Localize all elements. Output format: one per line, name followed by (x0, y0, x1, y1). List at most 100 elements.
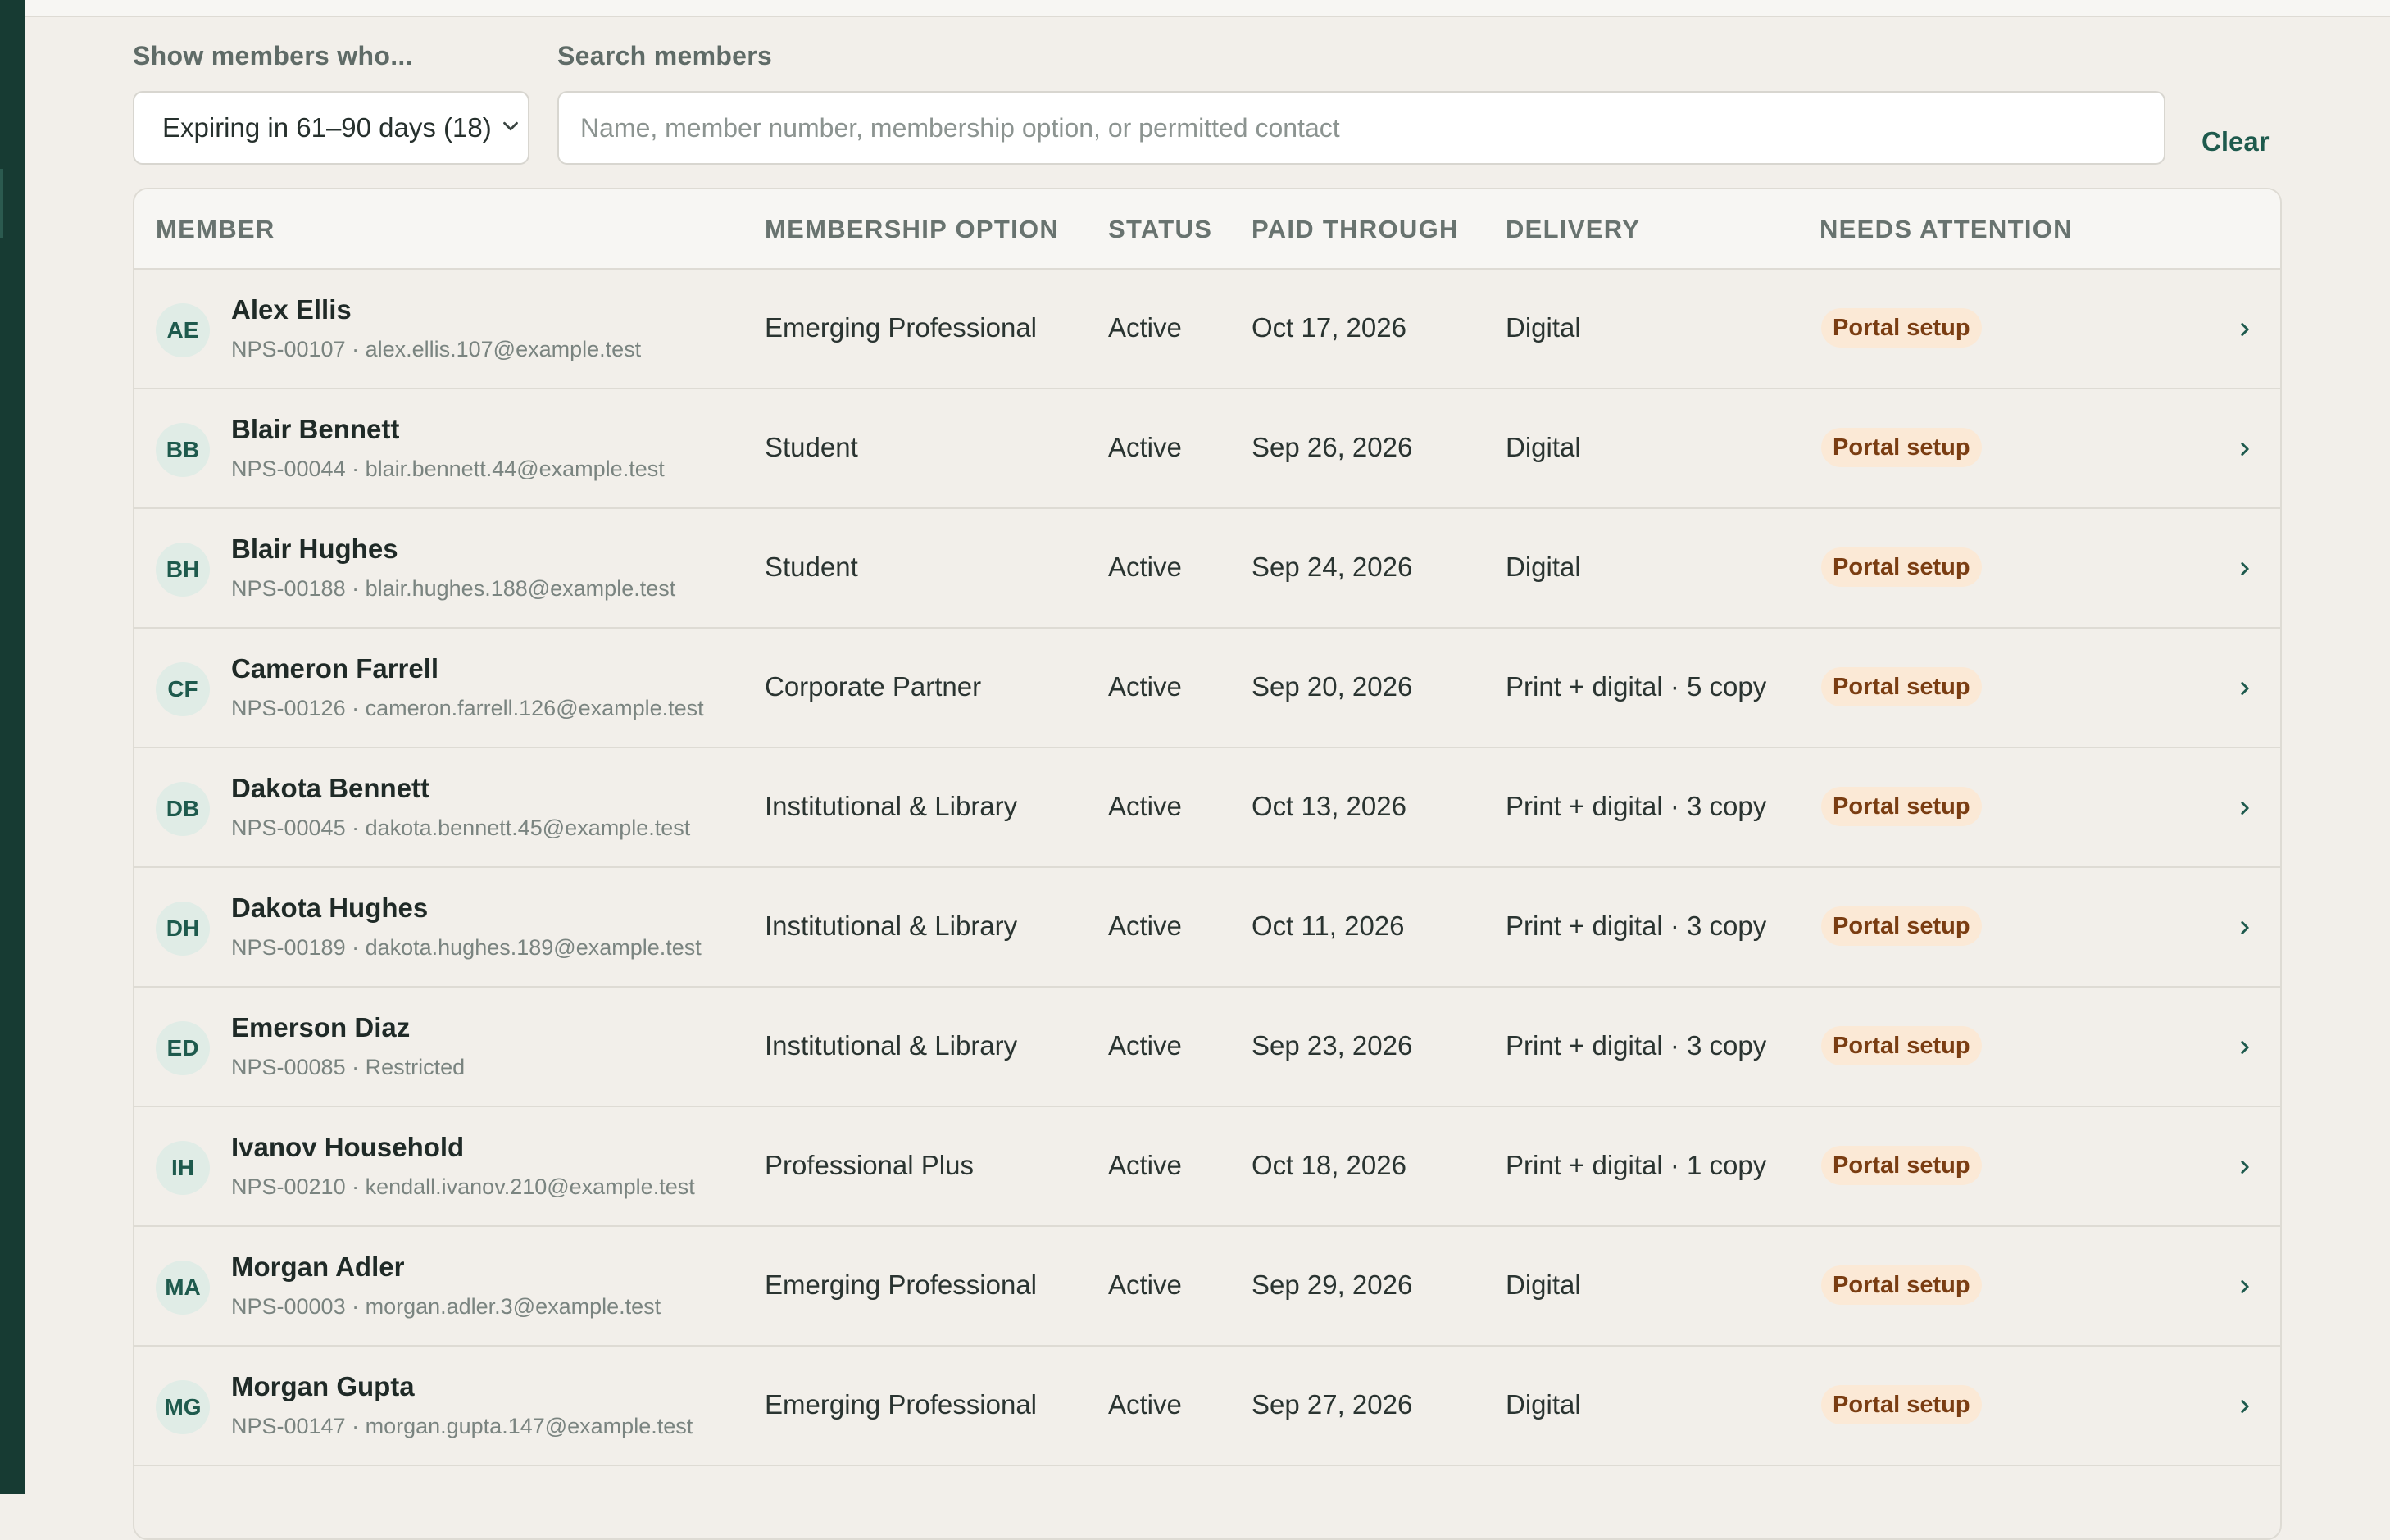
member-name: Dakota Hughes (231, 893, 429, 923)
chevron-right-icon[interactable] (2234, 797, 2256, 819)
status-value: Active (1108, 1150, 1182, 1180)
paid-through-date: Sep 24, 2026 (1252, 552, 1413, 582)
chevron-down-icon (503, 121, 518, 131)
table-row[interactable]: BH Blair Hughes NPS-00188 · blair.hughes… (134, 509, 2280, 629)
avatar: ED (156, 1021, 210, 1075)
status-value: Active (1108, 791, 1182, 821)
search-input[interactable] (557, 91, 2165, 165)
delivery-value: Print + digital · 3 copy (1506, 911, 1767, 941)
membership-option: Student (765, 432, 858, 462)
chevron-right-icon[interactable] (2234, 438, 2256, 460)
delivery-value: Print + digital · 5 copy (1506, 671, 1767, 702)
member-details: NPS-00210 · kendall.ivanov.210@example.t… (231, 1174, 695, 1199)
table-row[interactable]: ED Emerson Diaz NPS-00085 · Restricted I… (134, 988, 2280, 1107)
member-name: Alex Ellis (231, 294, 352, 325)
sidebar (0, 0, 25, 1494)
paid-through-date: Sep 20, 2026 (1252, 671, 1413, 702)
show-members-label: Show members who... (133, 41, 413, 70)
member-details: NPS-00003 · morgan.adler.3@example.test (231, 1294, 661, 1319)
delivery-value: Print + digital · 3 copy (1506, 791, 1767, 821)
membership-option: Emerging Professional (765, 312, 1037, 343)
chevron-right-icon[interactable] (2234, 1156, 2256, 1178)
chevron-right-icon[interactable] (2234, 1276, 2256, 1297)
column-header-paid-through[interactable]: PAID THROUGH (1252, 215, 1459, 244)
membership-option: Institutional & Library (765, 1030, 1018, 1061)
membership-option: Corporate Partner (765, 671, 982, 702)
member-name: Blair Hughes (231, 534, 398, 564)
delivery-value: Digital (1506, 1389, 1581, 1420)
status-badge: Portal setup (1821, 1146, 1982, 1185)
column-header-membership-option[interactable]: MEMBERSHIP OPTION (765, 215, 1059, 244)
membership-option: Institutional & Library (765, 791, 1018, 821)
member-details: NPS-00188 · blair.hughes.188@example.tes… (231, 576, 676, 601)
member-details: NPS-00085 · Restricted (231, 1055, 466, 1079)
show-members-select[interactable]: Expiring in 61–90 days (18) (133, 91, 529, 165)
member-details: NPS-00189 · dakota.hughes.189@example.te… (231, 935, 702, 960)
status-badge: Portal setup (1821, 787, 1982, 826)
avatar: AE (156, 303, 210, 357)
member-name: Emerson Diaz (231, 1012, 411, 1043)
delivery-value: Digital (1506, 432, 1581, 462)
status-badge: Portal setup (1821, 308, 1982, 348)
status-value: Active (1108, 1030, 1182, 1061)
avatar: CF (156, 662, 210, 716)
membership-option: Institutional & Library (765, 911, 1018, 941)
member-details: NPS-00045 · dakota.bennett.45@example.te… (231, 815, 691, 840)
chevron-right-icon[interactable] (2234, 1396, 2256, 1417)
paid-through-date: Oct 18, 2026 (1252, 1150, 1406, 1180)
search-members-label: Search members (557, 41, 773, 70)
column-header-status[interactable]: STATUS (1108, 215, 1212, 244)
avatar: IH (156, 1141, 210, 1195)
member-name: Morgan Adler (231, 1252, 405, 1282)
filter-bar: Show members who... Search members Expir… (133, 41, 2280, 172)
status-badge: Portal setup (1821, 547, 1982, 587)
chevron-right-icon[interactable] (2234, 558, 2256, 579)
paid-through-date: Oct 13, 2026 (1252, 791, 1406, 821)
paid-through-date: Sep 26, 2026 (1252, 432, 1413, 462)
clear-button[interactable]: Clear (2201, 126, 2270, 157)
table-row[interactable]: CF Cameron Farrell NPS-00126 · cameron.f… (134, 629, 2280, 748)
chevron-right-icon[interactable] (2234, 319, 2256, 340)
table-row[interactable]: IH Ivanov Household NPS-00210 · kendall.… (134, 1107, 2280, 1227)
delivery-value: Print + digital · 3 copy (1506, 1030, 1767, 1061)
paid-through-date: Sep 23, 2026 (1252, 1030, 1413, 1061)
members-table: MEMBER MEMBERSHIP OPTION STATUS PAID THR… (133, 188, 2282, 1540)
member-details: NPS-00147 · morgan.gupta.147@example.tes… (231, 1414, 693, 1438)
column-header-needs-attention[interactable]: NEEDS ATTENTION (1820, 215, 2073, 244)
table-row[interactable]: BB Blair Bennett NPS-00044 · blair.benne… (134, 389, 2280, 509)
member-details: NPS-00044 · blair.bennett.44@example.tes… (231, 457, 665, 481)
delivery-value: Digital (1506, 552, 1581, 582)
member-name: Morgan Gupta (231, 1371, 415, 1401)
member-details: NPS-00107 · alex.ellis.107@example.test (231, 337, 642, 361)
table-row[interactable]: DH Dakota Hughes NPS-00189 · dakota.hugh… (134, 868, 2280, 988)
table-row[interactable]: MA Morgan Adler NPS-00003 · morgan.adler… (134, 1227, 2280, 1347)
column-header-member[interactable]: MEMBER (156, 215, 275, 244)
status-value: Active (1108, 911, 1182, 941)
status-value: Active (1108, 312, 1182, 343)
avatar: BH (156, 543, 210, 597)
membership-option: Emerging Professional (765, 1389, 1037, 1420)
member-name: Blair Bennett (231, 414, 400, 444)
table-row[interactable]: MG Morgan Gupta NPS-00147 · morgan.gupta… (134, 1347, 2280, 1466)
avatar: MA (156, 1261, 210, 1315)
status-badge: Portal setup (1821, 906, 1982, 946)
chevron-right-icon[interactable] (2234, 678, 2256, 699)
avatar: DH (156, 902, 210, 956)
status-value: Active (1108, 1270, 1182, 1300)
status-badge: Portal setup (1821, 1385, 1982, 1424)
status-value: Active (1108, 1389, 1182, 1420)
status-badge: Portal setup (1821, 428, 1982, 467)
chevron-right-icon[interactable] (2234, 917, 2256, 938)
delivery-value: Print + digital · 1 copy (1506, 1150, 1767, 1180)
paid-through-date: Oct 11, 2026 (1252, 911, 1405, 941)
member-details: NPS-00126 · cameron.farrell.126@example.… (231, 696, 704, 720)
table-header: MEMBER MEMBERSHIP OPTION STATUS PAID THR… (134, 189, 2280, 270)
status-badge: Portal setup (1821, 1265, 1982, 1305)
table-row[interactable]: DB Dakota Bennett NPS-00045 · dakota.ben… (134, 748, 2280, 868)
chevron-right-icon[interactable] (2234, 1037, 2256, 1058)
member-name: Ivanov Household (231, 1132, 465, 1162)
column-header-delivery[interactable]: DELIVERY (1506, 215, 1640, 244)
delivery-value: Digital (1506, 1270, 1581, 1300)
avatar: DB (156, 782, 210, 836)
table-row[interactable]: AE Alex Ellis NPS-00107 · alex.ellis.107… (134, 270, 2280, 389)
